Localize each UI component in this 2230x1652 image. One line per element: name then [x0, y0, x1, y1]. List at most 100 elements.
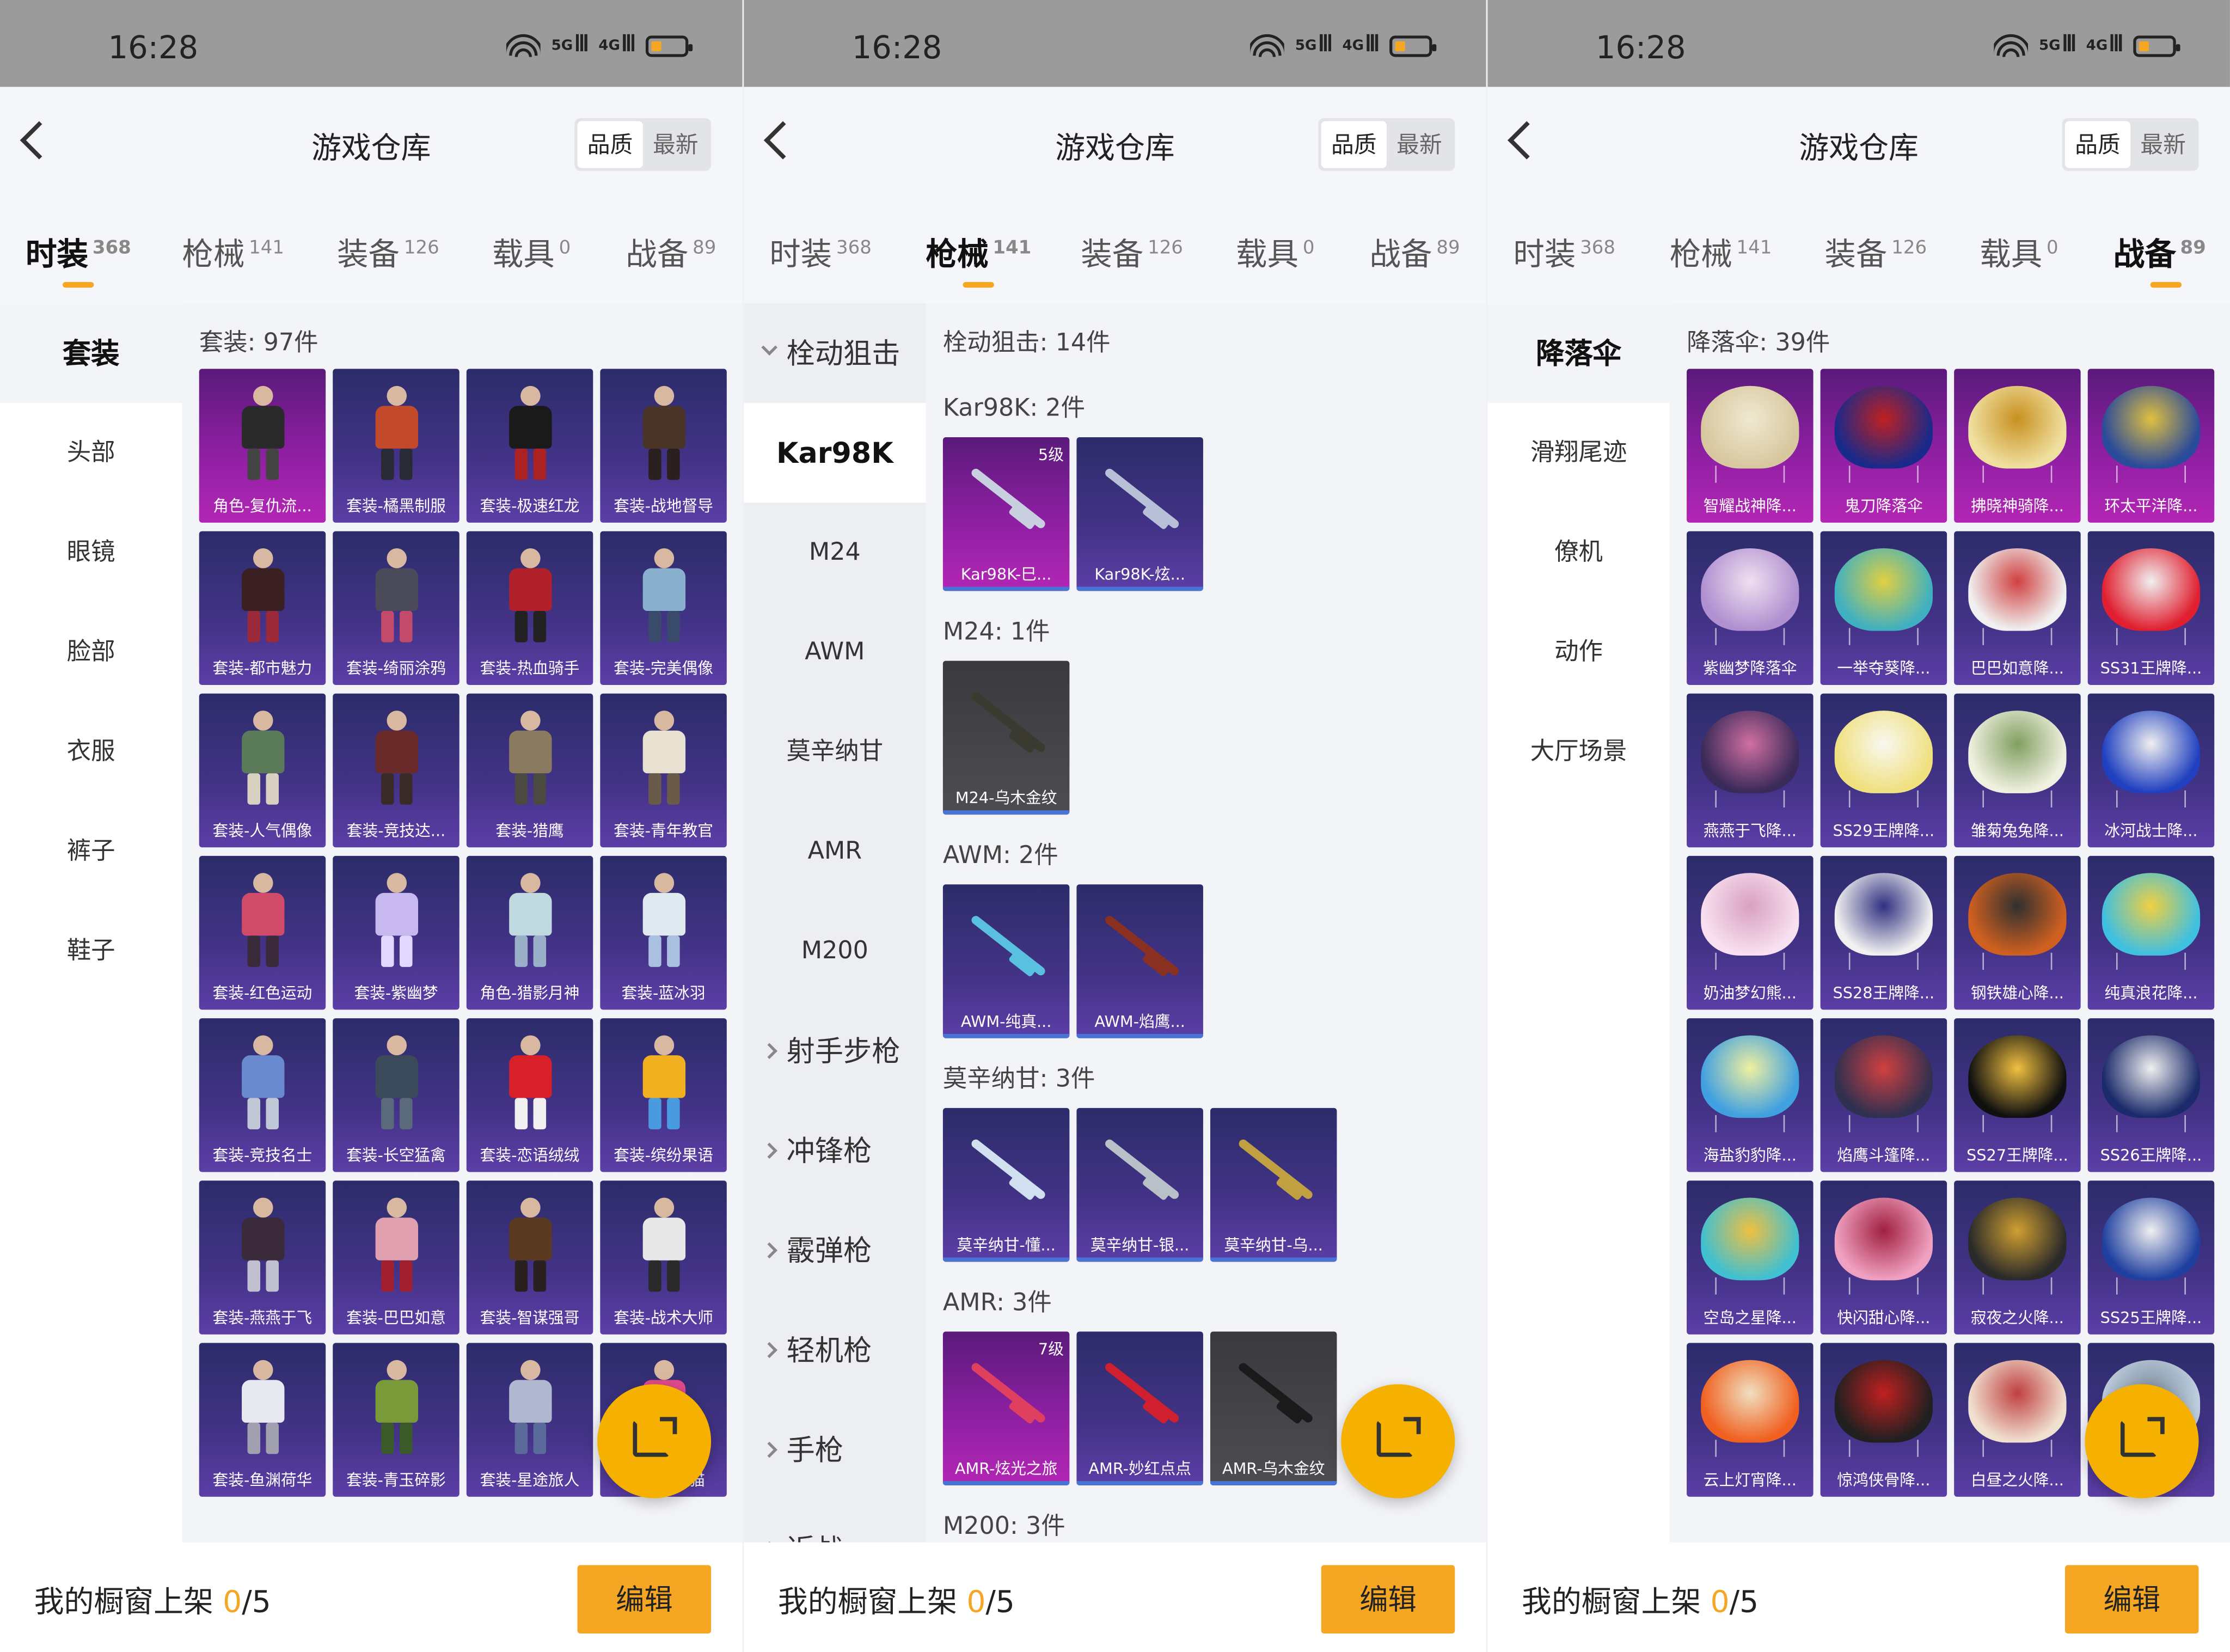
- sort-newest-button[interactable]: 最新: [643, 121, 708, 168]
- edit-button[interactable]: 编辑: [1321, 1565, 1455, 1633]
- sidebar-item[interactable]: 眼镜: [0, 503, 182, 602]
- parachute-card[interactable]: 紫幽梦降落伞: [1687, 531, 1814, 686]
- share-button[interactable]: [2085, 1384, 2199, 1498]
- sidebar-item[interactable]: 套装: [0, 303, 182, 403]
- parachute-card[interactable]: 钢铁雄心降...: [1954, 855, 2081, 1010]
- weapon-card[interactable]: M24-乌木金纹: [942, 660, 1070, 815]
- outfit-card[interactable]: 套装-长空猛禽: [333, 1018, 460, 1172]
- share-button[interactable]: [597, 1384, 712, 1498]
- parachute-card[interactable]: 鬼刀降落伞: [1820, 369, 1947, 523]
- tab-3[interactable]: 载具 0: [1980, 229, 2058, 275]
- tab-4[interactable]: 战备 89: [626, 229, 716, 275]
- sidebar-item[interactable]: AMR: [744, 802, 926, 902]
- outfit-card[interactable]: 角色-猎影月神: [466, 855, 593, 1010]
- sort-newest-button[interactable]: 最新: [1387, 121, 1452, 168]
- parachute-card[interactable]: 空岛之星降...: [1687, 1180, 1814, 1335]
- tab-2[interactable]: 装备 126: [1081, 229, 1183, 275]
- sidebar-item[interactable]: Kar98K: [744, 403, 926, 503]
- weapon-card[interactable]: 莫辛纳甘-乌...: [1210, 1108, 1337, 1262]
- parachute-card[interactable]: 云上灯宵降...: [1687, 1343, 1814, 1497]
- tab-4[interactable]: 战备 89: [2113, 229, 2206, 288]
- outfit-card[interactable]: 套装-缤纷果语: [600, 1018, 727, 1172]
- weapon-card[interactable]: 7级 AMR-炫光之旅: [942, 1331, 1070, 1485]
- weapon-card[interactable]: AMR-乌木金纹: [1210, 1331, 1337, 1485]
- outfit-card[interactable]: 套装-星途旅人: [466, 1343, 593, 1497]
- edit-button[interactable]: 编辑: [577, 1565, 712, 1633]
- tab-1[interactable]: 枪械 141: [182, 229, 284, 275]
- parachute-card[interactable]: 巴巴如意降...: [1954, 531, 2081, 686]
- tab-1[interactable]: 枪械 141: [1670, 229, 1772, 275]
- outfit-card[interactable]: 套装-巴巴如意: [333, 1180, 460, 1335]
- weapon-card[interactable]: AMR-妙红点点: [1076, 1331, 1203, 1485]
- sort-toggle[interactable]: 品质 最新: [2062, 118, 2199, 171]
- sidebar-item[interactable]: 莫辛纳甘: [744, 702, 926, 801]
- sidebar-item[interactable]: 脸部: [0, 602, 182, 702]
- sidebar-item[interactable]: 降落伞: [1487, 303, 1670, 403]
- outfit-card[interactable]: 套装-完美偶像: [600, 531, 727, 686]
- outfit-card[interactable]: 套装-绮丽涂鸦: [333, 531, 460, 686]
- tab-0[interactable]: 时装 368: [1513, 229, 1615, 275]
- tab-4[interactable]: 战备 89: [1370, 229, 1460, 275]
- parachute-card[interactable]: 环太平洋降...: [2087, 369, 2215, 523]
- weapon-card[interactable]: AWM-纯真...: [942, 884, 1070, 1038]
- sort-quality-button[interactable]: 品质: [1321, 121, 1387, 168]
- outfit-card[interactable]: 套装-竞技达...: [333, 693, 460, 848]
- outfit-card[interactable]: 套装-橘黑制服: [333, 369, 460, 523]
- outfit-card[interactable]: 套装-极速红龙: [466, 369, 593, 523]
- sort-quality-button[interactable]: 品质: [2064, 121, 2131, 168]
- sort-newest-button[interactable]: 最新: [2130, 121, 2196, 168]
- share-button[interactable]: [1341, 1384, 1455, 1498]
- parachute-card[interactable]: 冰河战士降...: [2087, 693, 2215, 848]
- tab-2[interactable]: 装备 126: [337, 229, 439, 275]
- outfit-card[interactable]: 套装-竞技名士: [199, 1018, 326, 1172]
- tab-0[interactable]: 时装 368: [26, 229, 131, 288]
- parachute-card[interactable]: 奶油梦幻熊...: [1687, 855, 1814, 1010]
- parachute-card[interactable]: 雏菊兔兔降...: [1954, 693, 2081, 848]
- outfit-card[interactable]: 套装-紫幽梦: [333, 855, 460, 1010]
- sidebar-item[interactable]: 大厅场景: [1487, 702, 1669, 801]
- outfit-card[interactable]: 套装-都市魅力: [199, 531, 326, 686]
- parachute-card[interactable]: 一举夺葵降...: [1820, 531, 1947, 686]
- sidebar-item[interactable]: 鞋子: [0, 902, 182, 1001]
- sidebar-item[interactable]: 动作: [1487, 602, 1669, 702]
- outfit-card[interactable]: 套装-鱼渊荷华: [199, 1343, 326, 1497]
- parachute-card[interactable]: SS28王牌降...: [1820, 855, 1947, 1010]
- sort-quality-button[interactable]: 品质: [577, 121, 643, 168]
- outfit-card[interactable]: 套装-燕燕于飞: [199, 1180, 326, 1335]
- outfit-card[interactable]: 套装-猎鹰: [466, 693, 593, 848]
- outfit-card[interactable]: 套装-智谋强哥: [466, 1180, 593, 1335]
- outfit-card[interactable]: 套装-红色运动: [199, 855, 326, 1010]
- sort-toggle[interactable]: 品质 最新: [1318, 118, 1455, 171]
- sidebar-item[interactable]: 衣服: [0, 702, 182, 801]
- parachute-card[interactable]: SS26王牌降...: [2087, 1018, 2215, 1172]
- outfit-card[interactable]: 套装-人气偶像: [199, 693, 326, 848]
- tab-3[interactable]: 载具 0: [1236, 229, 1314, 275]
- tab-3[interactable]: 载具 0: [492, 229, 571, 275]
- outfit-card[interactable]: 套装-恋语绒绒: [466, 1018, 593, 1172]
- sort-toggle[interactable]: 品质 最新: [574, 118, 712, 171]
- outfit-card[interactable]: 套装-战术大师: [600, 1180, 727, 1335]
- sidebar-item[interactable]: 僚机: [1487, 503, 1669, 602]
- weapon-card[interactable]: 莫辛纳甘-懂...: [942, 1108, 1070, 1262]
- sidebar-item[interactable]: AWM: [744, 602, 926, 702]
- tab-0[interactable]: 时装 368: [769, 229, 872, 275]
- weapon-card[interactable]: 5级 Kar98K-巳...: [942, 437, 1070, 591]
- parachute-card[interactable]: 焰鹰斗篷降...: [1820, 1018, 1947, 1172]
- weapon-card[interactable]: AWM-焰鹰...: [1076, 884, 1203, 1038]
- tab-1[interactable]: 枪械 141: [926, 229, 1031, 288]
- tab-2[interactable]: 装备 126: [1824, 229, 1927, 275]
- sidebar-item[interactable]: 滑翔尾迹: [1487, 403, 1669, 503]
- parachute-card[interactable]: 白昼之火降...: [1954, 1343, 2081, 1497]
- sidebar-item[interactable]: 裤子: [0, 802, 182, 902]
- outfit-card[interactable]: 套装-蓝冰羽: [600, 855, 727, 1010]
- parachute-card[interactable]: SS31王牌降...: [2087, 531, 2215, 686]
- outfit-card[interactable]: 角色-复仇流...: [199, 369, 326, 523]
- parachute-card[interactable]: SS25王牌降...: [2087, 1180, 2215, 1335]
- parachute-card[interactable]: 海盐豹豹降...: [1687, 1018, 1814, 1172]
- outfit-card[interactable]: 套装-青年教官: [600, 693, 727, 848]
- parachute-card[interactable]: 纯真浪花降...: [2087, 855, 2215, 1010]
- parachute-card[interactable]: 寂夜之火降...: [1954, 1180, 2081, 1335]
- parachute-card[interactable]: SS27王牌降...: [1954, 1018, 2081, 1172]
- edit-button[interactable]: 编辑: [2064, 1565, 2199, 1633]
- sidebar-item[interactable]: M24: [744, 503, 926, 602]
